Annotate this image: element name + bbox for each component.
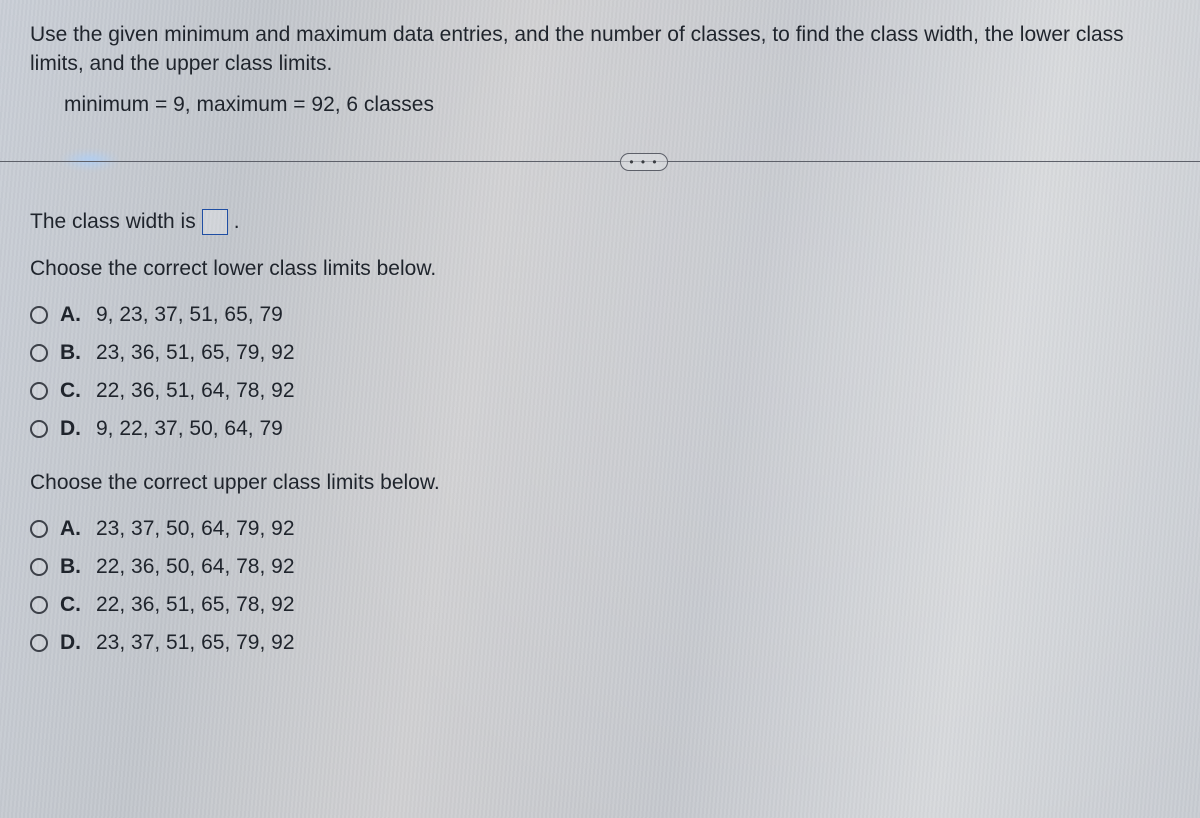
option-text: 23, 36, 51, 65, 79, 92 bbox=[96, 341, 295, 365]
option-letter: D. bbox=[60, 417, 84, 441]
option-letter: C. bbox=[60, 379, 84, 403]
option-text: 9, 23, 37, 51, 65, 79 bbox=[96, 303, 283, 327]
lower-limits-prompt: Choose the correct lower class limits be… bbox=[30, 257, 1170, 281]
class-width-suffix: . bbox=[234, 210, 240, 234]
parameters-text: minimum = 9, maximum = 92, 6 classes bbox=[30, 93, 1170, 117]
lower-limits-options: A. 9, 23, 37, 51, 65, 79 B. 23, 36, 51, … bbox=[30, 303, 1170, 441]
upper-limits-prompt: Choose the correct upper class limits be… bbox=[30, 471, 1170, 495]
class-width-input[interactable] bbox=[202, 209, 228, 235]
radio-icon bbox=[30, 520, 48, 538]
upper-limits-options: A. 23, 37, 50, 64, 79, 92 B. 22, 36, 50,… bbox=[30, 517, 1170, 655]
upper-option-d[interactable]: D. 23, 37, 51, 65, 79, 92 bbox=[30, 631, 1170, 655]
option-text: 9, 22, 37, 50, 64, 79 bbox=[96, 417, 283, 441]
radio-icon bbox=[30, 306, 48, 324]
option-letter: B. bbox=[60, 341, 84, 365]
radio-icon bbox=[30, 382, 48, 400]
upper-option-b[interactable]: B. 22, 36, 50, 64, 78, 92 bbox=[30, 555, 1170, 579]
radio-icon bbox=[30, 420, 48, 438]
option-letter: D. bbox=[60, 631, 84, 655]
radio-icon bbox=[30, 344, 48, 362]
upper-option-a[interactable]: A. 23, 37, 50, 64, 79, 92 bbox=[30, 517, 1170, 541]
option-letter: A. bbox=[60, 303, 84, 327]
instructions-text: Use the given minimum and maximum data e… bbox=[30, 20, 1170, 79]
horizontal-rule bbox=[0, 161, 1200, 162]
option-text: 23, 37, 51, 65, 79, 92 bbox=[96, 631, 295, 655]
option-letter: C. bbox=[60, 593, 84, 617]
lower-option-b[interactable]: B. 23, 36, 51, 65, 79, 92 bbox=[30, 341, 1170, 365]
option-letter: B. bbox=[60, 555, 84, 579]
lower-option-d[interactable]: D. 9, 22, 37, 50, 64, 79 bbox=[30, 417, 1170, 441]
option-text: 22, 36, 51, 65, 78, 92 bbox=[96, 593, 295, 617]
class-width-prefix: The class width is bbox=[30, 210, 196, 234]
divider-row: • • • bbox=[30, 153, 1170, 171]
radio-icon bbox=[30, 558, 48, 576]
option-text: 22, 36, 50, 64, 78, 92 bbox=[96, 555, 295, 579]
lower-option-a[interactable]: A. 9, 23, 37, 51, 65, 79 bbox=[30, 303, 1170, 327]
upper-option-c[interactable]: C. 22, 36, 51, 65, 78, 92 bbox=[30, 593, 1170, 617]
radio-icon bbox=[30, 634, 48, 652]
lower-option-c[interactable]: C. 22, 36, 51, 64, 78, 92 bbox=[30, 379, 1170, 403]
option-text: 23, 37, 50, 64, 79, 92 bbox=[96, 517, 295, 541]
option-letter: A. bbox=[60, 517, 84, 541]
option-text: 22, 36, 51, 64, 78, 92 bbox=[96, 379, 295, 403]
radio-icon bbox=[30, 596, 48, 614]
class-width-row: The class width is . bbox=[30, 209, 1170, 235]
more-button[interactable]: • • • bbox=[620, 153, 668, 171]
question-page: Use the given minimum and maximum data e… bbox=[0, 0, 1200, 818]
